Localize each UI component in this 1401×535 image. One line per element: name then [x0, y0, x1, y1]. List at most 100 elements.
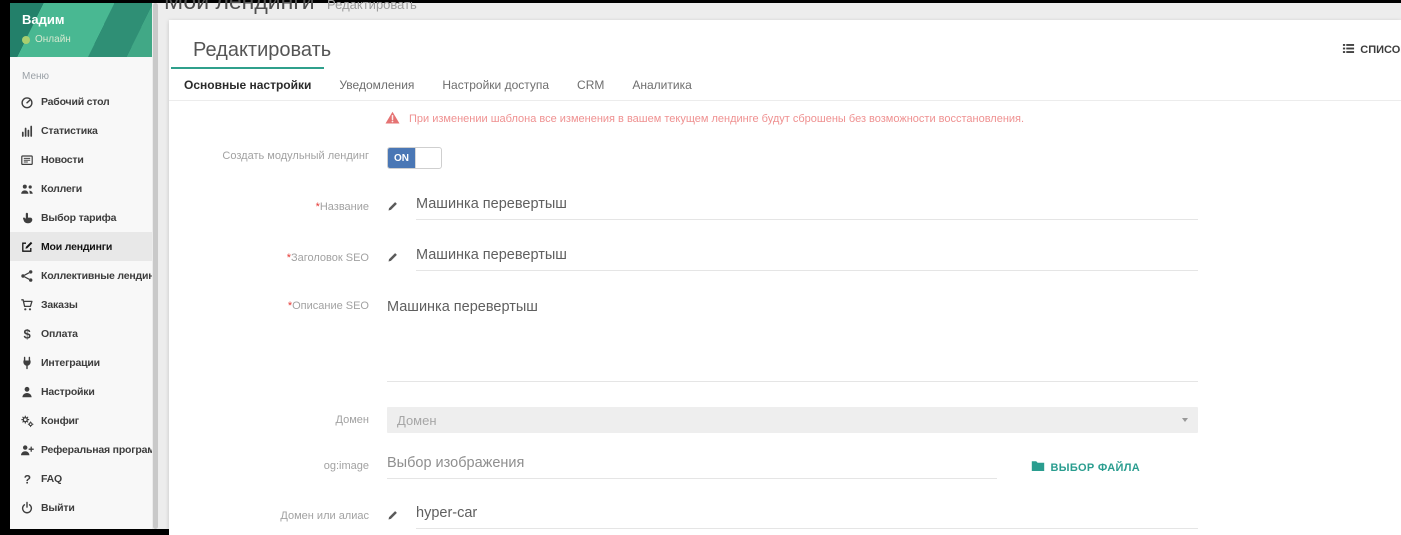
- sidebar-item-colleagues[interactable]: Коллеги: [10, 174, 152, 203]
- sidebar-item-label: Конфиг: [41, 415, 79, 427]
- alias-input[interactable]: [416, 504, 1198, 529]
- news-icon: [20, 153, 34, 167]
- sidebar-item-integrations[interactable]: Интеграции: [10, 348, 152, 377]
- sidebar-item-label: Оплата: [41, 328, 78, 340]
- warning-text: При изменении шаблона все изменения в ва…: [409, 113, 1024, 125]
- sidebar-item-collective-landings[interactable]: Коллективные лендинги: [10, 261, 152, 290]
- field-label: Домен или алиас: [193, 504, 369, 522]
- sidebar-item-label: Рабочий стол: [41, 96, 110, 108]
- form-row-og-image: og:image ВЫБОР ФАЙЛА: [169, 454, 1401, 479]
- chevron-down-icon: [1182, 418, 1188, 422]
- sidebar-item-logout[interactable]: Выйти: [10, 493, 152, 522]
- toggle-on-label: ON: [388, 148, 415, 168]
- og-image-input[interactable]: [387, 454, 997, 479]
- svg-text:$: $: [24, 327, 32, 341]
- menu-section-label: Меню: [10, 57, 152, 87]
- list-button-label: СПИСОК: [1360, 44, 1401, 56]
- field-label: Создать модульный лендинг: [193, 145, 369, 162]
- sidebar-item-faq[interactable]: ? FAQ: [10, 464, 152, 493]
- list-icon: [1342, 42, 1355, 58]
- domain-select[interactable]: Домен: [387, 407, 1198, 433]
- sidebar-item-label: Выйти: [41, 502, 75, 514]
- folder-icon: [1031, 460, 1045, 475]
- tab-crm[interactable]: CRM: [564, 67, 617, 100]
- plug-icon: [20, 356, 34, 370]
- tab-analytics[interactable]: Аналитика: [619, 67, 704, 100]
- sidebar-item-label: Мои лендинги: [41, 241, 112, 253]
- form-row-domain: Домен Домен: [169, 407, 1401, 433]
- sidebar-scrollbar[interactable]: [152, 3, 159, 529]
- breadcrumb: Мои лендинги Редактировать: [164, 0, 417, 15]
- cart-icon: [20, 298, 34, 312]
- form-row-modular: Создать модульный лендинг ON: [169, 145, 1401, 169]
- colleagues-icon: [20, 182, 34, 196]
- hand-pointer-icon: [20, 211, 34, 225]
- sidebar-item-settings[interactable]: Настройки: [10, 377, 152, 406]
- share-icon: [20, 269, 34, 283]
- page-title: Редактировать: [193, 39, 331, 62]
- field-label: *Описание SEO: [193, 297, 369, 312]
- field-label: Домен: [193, 407, 369, 426]
- pencil-icon: [387, 504, 416, 526]
- question-icon: ?: [20, 472, 34, 486]
- sidebar-item-label: Реферальная программа: [41, 444, 152, 456]
- dashboard-icon: [20, 95, 34, 109]
- modular-landing-toggle[interactable]: ON: [387, 147, 442, 169]
- user-icon: [20, 385, 34, 399]
- tab-main-settings[interactable]: Основные настройки: [171, 67, 324, 100]
- breadcrumb-title: Мои лендинги: [164, 0, 315, 14]
- settings-form: Создать модульный лендинг ON *Название: [169, 145, 1401, 529]
- field-label: *Заголовок SEO: [193, 246, 369, 264]
- sidebar-item-label: Настройки: [41, 386, 95, 398]
- sidebar-item-my-landings[interactable]: Мои лендинги: [10, 232, 152, 261]
- sidebar-item-label: Коллеги: [41, 183, 82, 195]
- sidebar-item-payment[interactable]: $ Оплата: [10, 319, 152, 348]
- sidebar-menu: Рабочий стол Статистика Новости Коллеги …: [10, 87, 152, 522]
- toggle-handle: [415, 148, 441, 168]
- list-button[interactable]: СПИСОК: [1342, 42, 1401, 58]
- seo-description-textarea[interactable]: Машинка перевертыш: [387, 297, 1198, 382]
- sidebar-item-label: FAQ: [41, 473, 62, 485]
- pencil-icon: [387, 195, 416, 217]
- sidebar-item-news[interactable]: Новости: [10, 145, 152, 174]
- sidebar-item-statistics[interactable]: Статистика: [10, 116, 152, 145]
- sidebar-item-label: Выбор тарифа: [41, 212, 116, 224]
- sidebar: Вадим Онлайн Меню Рабочий стол Статистик…: [10, 3, 152, 529]
- form-row-name: *Название: [169, 195, 1401, 220]
- field-label: *Название: [193, 195, 369, 213]
- warning-icon: [385, 111, 400, 127]
- tab-notifications[interactable]: Уведомления: [326, 67, 427, 100]
- user-name: Вадим: [22, 12, 152, 27]
- seo-title-input[interactable]: [416, 246, 1198, 271]
- tab-access-settings[interactable]: Настройки доступа: [429, 67, 562, 100]
- choose-file-label: ВЫБОР ФАЙЛА: [1051, 462, 1141, 474]
- gears-icon: [20, 414, 34, 428]
- user-status-label: Онлайн: [35, 34, 71, 45]
- edit-card: Редактировать СПИСОК Основные настройки …: [169, 20, 1401, 535]
- sidebar-item-tariff[interactable]: Выбор тарифа: [10, 203, 152, 232]
- card-header: Редактировать СПИСОК: [169, 20, 1401, 67]
- form-row-seo-title: *Заголовок SEO: [169, 246, 1401, 271]
- user-panel: Вадим Онлайн: [10, 3, 152, 57]
- sidebar-item-config[interactable]: Конфиг: [10, 406, 152, 435]
- svg-text:?: ?: [24, 472, 31, 486]
- sidebar-item-label: Интеграции: [41, 357, 100, 369]
- sidebar-item-dashboard[interactable]: Рабочий стол: [10, 87, 152, 116]
- tabs: Основные настройки Уведомления Настройки…: [169, 67, 1401, 101]
- user-status: Онлайн: [22, 34, 152, 45]
- breadcrumb-subtitle: Редактировать: [327, 0, 417, 12]
- main-content: Мои лендинги Редактировать Редактировать…: [159, 3, 1401, 529]
- pencil-icon: [387, 246, 416, 268]
- choose-file-button[interactable]: ВЫБОР ФАЙЛА: [1025, 459, 1147, 476]
- user-plus-icon: [20, 443, 34, 457]
- template-warning: При изменении шаблона все изменения в ва…: [385, 111, 1377, 127]
- sidebar-item-label: Новости: [41, 154, 84, 166]
- form-row-seo-description: *Описание SEO Машинка перевертыш: [169, 297, 1401, 382]
- sidebar-item-orders[interactable]: Заказы: [10, 290, 152, 319]
- sidebar-item-referral[interactable]: Реферальная программа: [10, 435, 152, 464]
- sidebar-scrollbar-thumb[interactable]: [153, 3, 158, 529]
- power-icon: [20, 501, 34, 515]
- form-row-alias: Домен или алиас: [169, 504, 1401, 529]
- name-input[interactable]: [416, 195, 1198, 220]
- app-window: Вадим Онлайн Меню Рабочий стол Статистик…: [10, 3, 1401, 529]
